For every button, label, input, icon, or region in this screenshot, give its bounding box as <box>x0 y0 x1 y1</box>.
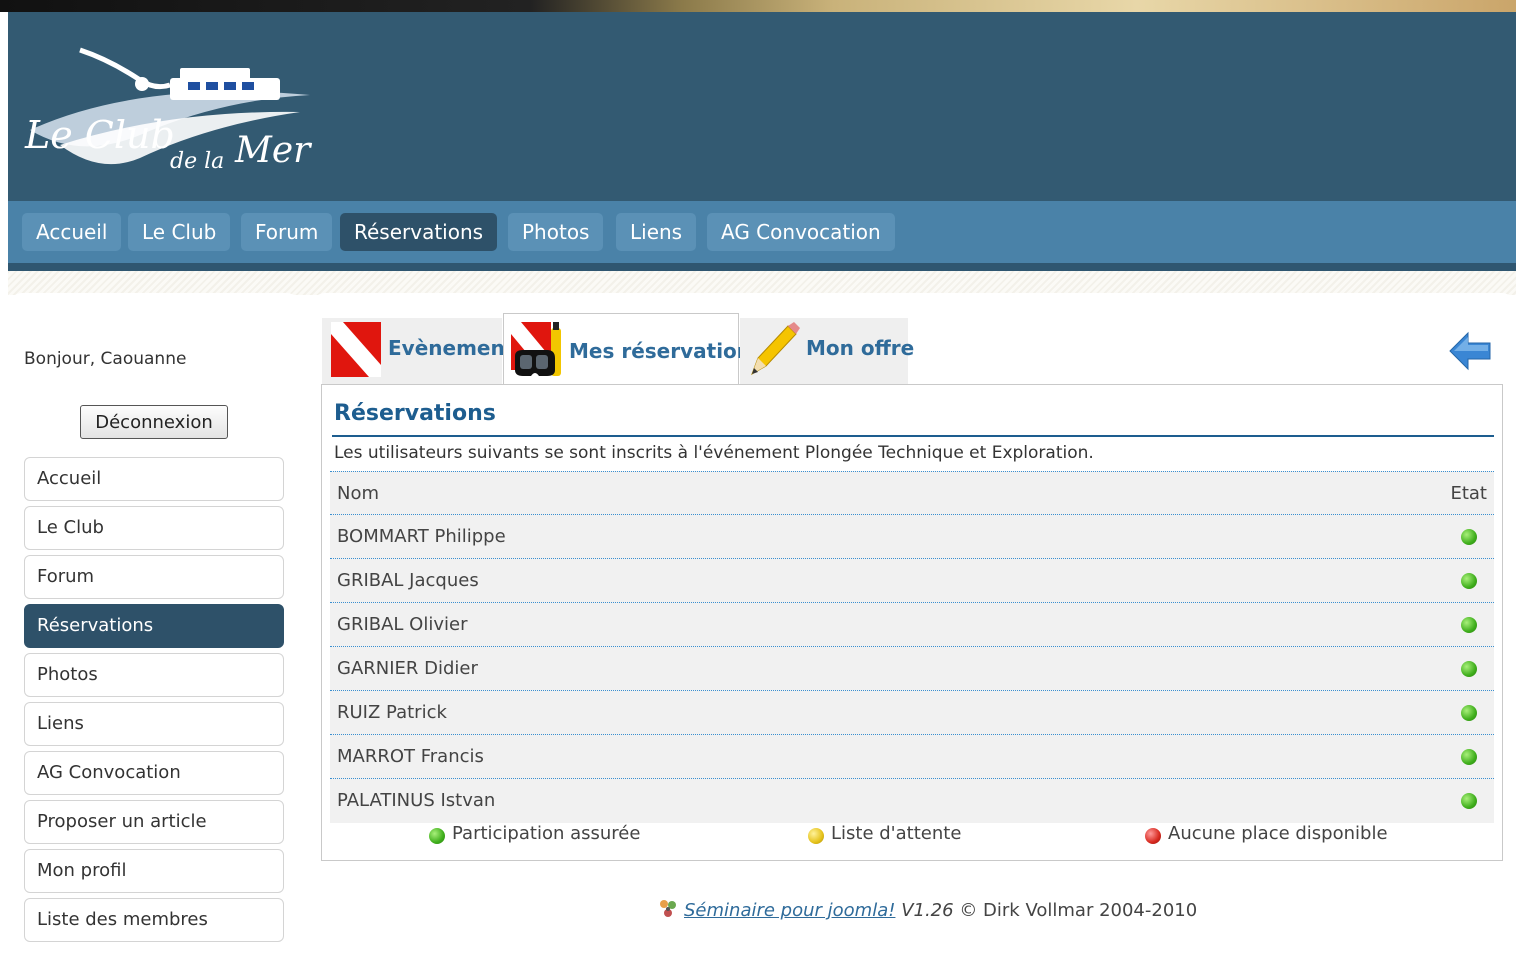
sidebar-item-proposer-article[interactable]: Proposer un article <box>24 800 284 844</box>
intro-text: Les utilisateurs suivants se sont inscri… <box>334 443 1094 463</box>
pencil-icon <box>751 322 800 376</box>
dive-mask-icon <box>511 322 561 376</box>
nav-item-forum[interactable]: Forum <box>241 213 333 251</box>
copyright-text: © Dirk Vollmar 2004-2010 <box>959 900 1198 921</box>
tab-mes-reservations-label: Mes réservations <box>569 339 763 363</box>
legend-red-label: Aucune place disponible <box>1168 823 1388 844</box>
svg-text:Mer: Mer <box>234 130 312 171</box>
legend-green-label: Participation assurée <box>452 823 641 844</box>
tab-evenement-label: Evènement <box>388 336 515 360</box>
sidebar-item-reservations[interactable]: Réservations <box>24 604 284 648</box>
legend-green-icon <box>429 828 445 844</box>
decor-stripes <box>8 271 1516 295</box>
dive-flag-icon <box>331 322 381 377</box>
sidebar-item-liste-membres[interactable]: Liste des membres <box>24 898 284 942</box>
svg-text:de la: de la <box>170 149 224 174</box>
main-navigation: Accueil Le Club Forum Réservations Photo… <box>8 201 1516 263</box>
status-green-icon <box>1461 573 1477 589</box>
footer-credits: Séminaire pour joomla! V1.26 © Dirk Voll… <box>656 897 1197 921</box>
table-row: GRIBAL Jacques <box>330 559 1494 603</box>
page-title: Réservations <box>334 401 496 426</box>
status-green-icon <box>1461 529 1477 545</box>
top-decor-strip <box>0 0 1516 12</box>
nav-item-photos[interactable]: Photos <box>508 213 604 251</box>
legend-participation: Participation assurée <box>429 823 640 844</box>
nav-item-reservations[interactable]: Réservations <box>340 213 498 251</box>
back-arrow-icon[interactable] <box>1448 331 1492 371</box>
site-header: Le Club de la Mer <box>8 12 1516 202</box>
sidebar-item-photos[interactable]: Photos <box>24 653 284 697</box>
seminar-link[interactable]: Séminaire pour joomla! <box>684 900 895 921</box>
seminar-icon <box>660 900 676 917</box>
legend-yellow-label: Liste d'attente <box>831 823 962 844</box>
participant-name: GRIBAL Olivier <box>337 614 468 635</box>
participant-name: MARROT Francis <box>337 746 484 767</box>
sidebar-item-forum[interactable]: Forum <box>24 555 284 599</box>
status-green-icon <box>1461 617 1477 633</box>
svg-text:Le Club: Le Club <box>24 113 175 157</box>
main-content: Evènement Mes réservations Mon offre Rés… <box>311 293 1516 955</box>
nav-item-accueil[interactable]: Accueil <box>22 213 122 251</box>
nav-item-le-club[interactable]: Le Club <box>128 213 231 251</box>
nav-item-ag-convocation[interactable]: AG Convocation <box>707 213 895 251</box>
status-green-icon <box>1461 793 1477 809</box>
participant-name: GARNIER Didier <box>337 658 478 679</box>
tab-mon-offre-label: Mon offre <box>806 336 915 360</box>
nav-item-liens[interactable]: Liens <box>616 213 697 251</box>
nav-divider <box>8 263 1516 271</box>
sidebar-item-accueil[interactable]: Accueil <box>24 457 284 501</box>
sidebar-item-mon-profil[interactable]: Mon profil <box>24 849 284 893</box>
legend-red-icon <box>1145 828 1161 844</box>
tab-evenement[interactable]: Evènement <box>322 318 514 385</box>
legend-waiting-list: Liste d'attente <box>808 823 961 844</box>
table-row: RUIZ Patrick <box>330 691 1494 735</box>
sidebar-item-ag-convocation[interactable]: AG Convocation <box>24 751 284 795</box>
heading-divider <box>332 435 1494 437</box>
table-row: GARNIER Didier <box>330 647 1494 691</box>
logout-button[interactable]: Déconnexion <box>80 405 228 439</box>
sidebar-item-le-club[interactable]: Le Club <box>24 506 284 550</box>
version-text: V1.26 <box>901 900 954 921</box>
reservations-panel: Réservations Les utilisateurs suivants s… <box>321 384 1503 861</box>
tab-mes-reservations[interactable]: Mes réservations <box>503 313 763 386</box>
status-green-icon <box>1461 661 1477 677</box>
participant-name: RUIZ Patrick <box>337 702 447 723</box>
sidebar: Bonjour, Caouanne Déconnexion Accueil Le… <box>8 293 301 955</box>
legend-yellow-icon <box>808 828 824 844</box>
table-row: MARROT Francis <box>330 735 1494 779</box>
column-header-etat: Etat <box>1450 483 1487 504</box>
table-row: BOMMART Philippe <box>330 515 1494 559</box>
legend-no-place: Aucune place disponible <box>1145 823 1388 844</box>
participant-name: BOMMART Philippe <box>337 526 506 547</box>
table-header-row: Nom Etat <box>330 471 1494 515</box>
column-header-nom: Nom <box>337 483 380 504</box>
participant-name: GRIBAL Jacques <box>337 570 479 591</box>
user-greeting: Bonjour, Caouanne <box>24 349 187 369</box>
participant-name: PALATINUS Istvan <box>337 790 496 811</box>
club-logo[interactable]: Le Club de la Mer <box>20 40 320 190</box>
status-green-icon <box>1461 749 1477 765</box>
status-green-icon <box>1461 705 1477 721</box>
table-row: PALATINUS Istvan <box>330 779 1494 823</box>
sidebar-item-liens[interactable]: Liens <box>24 702 284 746</box>
tab-mon-offre[interactable]: Mon offre <box>740 318 914 385</box>
table-row: GRIBAL Olivier <box>330 603 1494 647</box>
